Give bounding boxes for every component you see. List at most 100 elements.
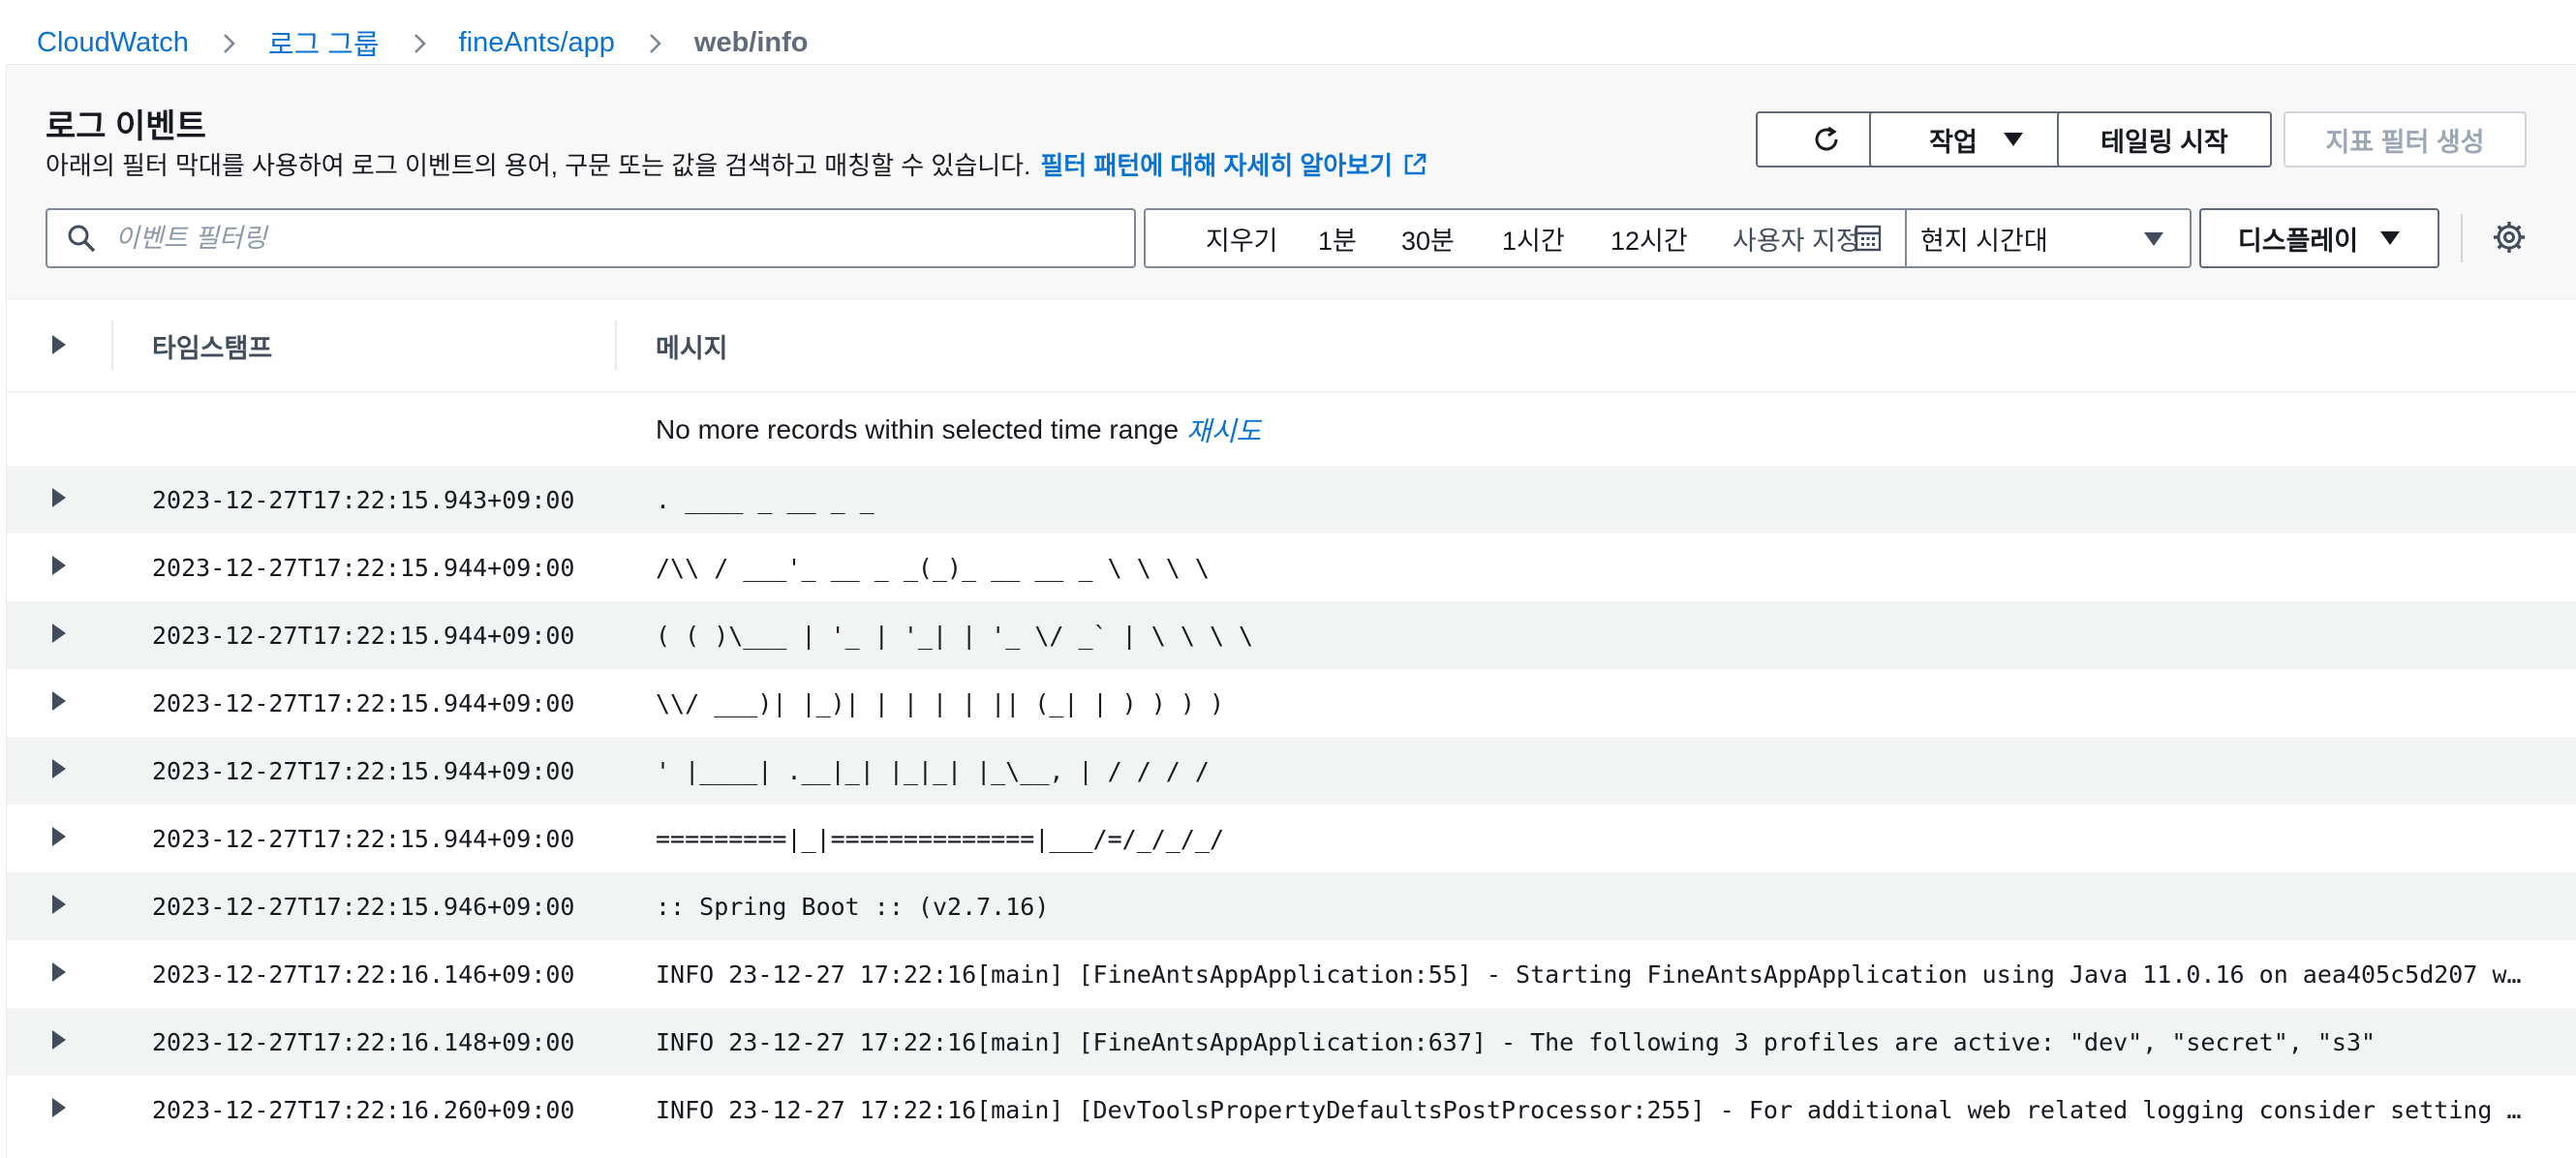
expand-row-icon[interactable] — [51, 826, 67, 847]
log-event-row[interactable]: 2023-12-27T17:22:15.946+09:00:: Spring B… — [7, 872, 2576, 940]
range-1h-button[interactable]: 1시간 — [1502, 210, 1565, 266]
log-event-timestamp: 2023-12-27T17:22:15.944+09:00 — [152, 553, 575, 582]
log-event-row[interactable]: 2023-12-27T17:22:16.260+09:00 INFO 23-12-… — [7, 1076, 2576, 1143]
breadcrumb: CloudWatch 로그 그룹 fineAnts/app web/info — [37, 21, 809, 64]
log-event-message: =========|_|==============|___/=/_/_/_/ — [656, 824, 1224, 853]
external-link-icon — [1404, 153, 1426, 174]
expand-row-icon[interactable] — [51, 690, 67, 712]
custom-range-button[interactable]: 사용자 지정 — [1733, 210, 1860, 266]
log-event-list: 2023-12-27T17:22:15.943+09:00 . ____ _ __… — [7, 466, 2576, 1143]
log-event-row[interactable]: 2023-12-27T17:22:15.944+09:00 /\\ / ___'_… — [7, 533, 2576, 601]
column-header-message[interactable]: 메시지 — [656, 299, 728, 392]
display-label: 디스플레이 — [2237, 226, 2359, 256]
log-event-timestamp: 2023-12-27T17:22:16.146+09:00 — [152, 960, 575, 989]
log-event-message: INFO 23-12-27 17:22:16[main] [DevToolsPr… — [656, 1095, 2529, 1124]
breadcrumb-log-group-link[interactable]: fineAnts/app — [459, 27, 615, 59]
chevron-right-icon — [414, 34, 426, 53]
clear-range-button[interactable]: 지우기 — [1206, 210, 1278, 266]
actions-dropdown-button[interactable]: 작업 — [1869, 111, 2084, 168]
calendar-icon[interactable] — [1855, 225, 1882, 252]
log-event-message-cell: \\/ ___)| |_)| | | | | || (_| | ) ) ) ) — [656, 669, 2529, 737]
log-event-message: ( ( )\___ | '_ | '_| | '_ \/ _` | \ \ \ … — [656, 621, 1254, 650]
retry-link[interactable]: 재시도 — [1186, 411, 1261, 449]
log-event-message: \\/ ___)| |_)| | | | | || (_| | ) ) ) ) — [656, 688, 1224, 717]
actions-label: 작업 — [1929, 127, 1978, 157]
log-event-timestamp: 2023-12-27T17:22:15.944+09:00 — [152, 756, 575, 785]
log-event-message: INFO 23-12-27 17:22:16[main] [FineAntsAp… — [656, 960, 2529, 989]
expand-row-icon[interactable] — [51, 1029, 67, 1051]
breadcrumb-log-groups-link[interactable]: 로그 그룹 — [268, 22, 380, 63]
expand-all-icon[interactable] — [51, 334, 67, 355]
display-dropdown-button[interactable]: 디스플레이 — [2199, 208, 2439, 268]
log-event-message-cell: ( ( )\___ | '_ | '_| | '_ \/ _` | \ \ \ … — [656, 601, 2529, 669]
learn-more-link[interactable]: 필터 패턴에 대해 자세히 알아보기 — [1040, 146, 1427, 182]
log-event-message: :: Spring Boot :: (v2.7.16) — [656, 892, 1050, 921]
column-divider — [615, 320, 617, 371]
refresh-icon — [1815, 126, 1837, 151]
log-event-message: /\\ / ___'_ __ _ _(_)_ __ __ _ \ \ \ \ — [656, 553, 1210, 582]
log-events-panel: 로그 이벤트 아래의 필터 막대를 사용하여 로그 이벤트의 용어, 구문 또는… — [6, 64, 2576, 1158]
start-tailing-button[interactable]: 테일링 시작 — [2057, 111, 2272, 168]
log-event-row[interactable]: 2023-12-27T17:22:15.944+09:00 ( ( )\___ |… — [7, 601, 2576, 669]
page-description: 아래의 필터 막대를 사용하여 로그 이벤트의 용어, 구문 또는 값을 검색하… — [46, 146, 1427, 182]
log-event-timestamp: 2023-12-27T17:22:16.260+09:00 — [152, 1095, 575, 1124]
log-event-timestamp: 2023-12-27T17:22:15.944+09:00 — [152, 824, 575, 853]
no-more-records-notice: No more records within selected time ran… — [7, 394, 2576, 466]
create-metric-filter-button[interactable]: 지표 필터 생성 — [2284, 111, 2527, 168]
breadcrumb-current: web/info — [693, 26, 809, 58]
timebar-divider — [1905, 210, 1907, 266]
log-event-message-cell: :: Spring Boot :: (v2.7.16) — [656, 872, 2529, 940]
range-30m-button[interactable]: 30분 — [1401, 210, 1455, 266]
log-event-row[interactable]: 2023-12-27T17:22:15.944+09:00 \\/ ___)| |… — [7, 669, 2576, 737]
time-range-selector: 지우기 1분 30분 1시간 12시간 사용자 지정 현지 시간대 — [1144, 208, 2192, 268]
log-event-row[interactable]: 2023-12-27T17:22:15.944+09:00 =========|_… — [7, 805, 2576, 872]
log-event-message-cell: =========|_|==============|___/=/_/_/_/ — [656, 805, 2529, 872]
range-12h-button[interactable]: 12시간 — [1610, 210, 1688, 266]
log-event-timestamp: 2023-12-27T17:22:15.944+09:00 — [152, 688, 575, 717]
log-event-row[interactable]: 2023-12-27T17:22:15.943+09:00 . ____ _ __… — [7, 466, 2576, 533]
panel-header: 로그 이벤트 아래의 필터 막대를 사용하여 로그 이벤트의 용어, 구문 또는… — [7, 65, 2576, 299]
create-metric-filter-label: 지표 필터 생성 — [2325, 127, 2485, 157]
search-icon — [68, 225, 96, 253]
log-event-timestamp: 2023-12-27T17:22:15.944+09:00 — [152, 621, 575, 650]
expand-row-icon[interactable] — [51, 961, 67, 983]
log-event-row[interactable]: 2023-12-27T17:22:16.148+09:00 INFO 23-12-… — [7, 1008, 2576, 1076]
toolbar-divider — [2461, 214, 2463, 262]
expand-row-icon[interactable] — [51, 555, 67, 576]
page-title: 로그 이벤트 — [46, 108, 206, 145]
log-event-message-cell: /\\ / ___'_ __ _ _(_)_ __ __ _ \ \ \ \ — [656, 533, 2529, 601]
expand-row-icon[interactable] — [51, 1097, 67, 1118]
gear-icon[interactable] — [2492, 220, 2527, 255]
expand-row-icon[interactable] — [51, 758, 67, 779]
log-event-message: INFO 23-12-27 17:22:16[main] [FineAntsAp… — [656, 1027, 2377, 1056]
learn-more-label: 필터 패턴에 대해 자세히 알아보기 — [1040, 151, 1394, 180]
column-header-timestamp[interactable]: 타임스탬프 — [152, 299, 272, 392]
caret-down-icon — [2003, 133, 2023, 146]
log-event-timestamp: 2023-12-27T17:22:15.946+09:00 — [152, 892, 575, 921]
event-filter-search — [46, 208, 1136, 268]
description-text: 아래의 필터 막대를 사용하여 로그 이벤트의 용어, 구문 또는 값을 검색하… — [46, 151, 1031, 180]
log-event-timestamp: 2023-12-27T17:22:16.148+09:00 — [152, 1027, 575, 1056]
breadcrumb-cloudwatch-link[interactable]: CloudWatch — [37, 27, 189, 59]
timezone-select[interactable]: 현지 시간대 — [1920, 210, 2048, 266]
log-event-message-cell: INFO 23-12-27 17:22:16[main] [FineAntsAp… — [656, 1008, 2529, 1076]
caret-down-icon — [2380, 231, 2401, 245]
log-event-timestamp: 2023-12-27T17:22:15.943+09:00 — [152, 485, 575, 514]
expand-row-icon[interactable] — [51, 487, 67, 508]
chevron-right-icon — [649, 34, 661, 53]
log-event-message: ' |____| .__|_| |_|_| |_\__, | / / / / — [656, 756, 1210, 785]
event-filter-input[interactable] — [115, 223, 1045, 254]
start-tailing-label: 테일링 시작 — [2101, 127, 2228, 157]
expand-row-icon[interactable] — [51, 894, 67, 915]
log-event-message-cell: . ____ _ __ _ _ — [656, 466, 2529, 533]
log-event-message: . ____ _ __ _ _ — [656, 485, 874, 514]
expand-row-icon[interactable] — [51, 623, 67, 644]
chevron-right-icon — [223, 34, 235, 53]
log-event-row[interactable]: 2023-12-27T17:22:16.146+09:00 INFO 23-12-… — [7, 940, 2576, 1008]
log-event-message-cell: INFO 23-12-27 17:22:16[main] [DevToolsPr… — [656, 1076, 2529, 1143]
log-event-row[interactable]: 2023-12-27T17:22:15.944+09:00 ' |____| ._… — [7, 737, 2576, 805]
notice-text: No more records within selected time ran… — [656, 414, 1180, 444]
caret-down-icon — [2144, 232, 2163, 246]
range-1m-button[interactable]: 1분 — [1318, 210, 1357, 266]
table-header: 타임스탬프 메시지 — [7, 299, 2576, 392]
